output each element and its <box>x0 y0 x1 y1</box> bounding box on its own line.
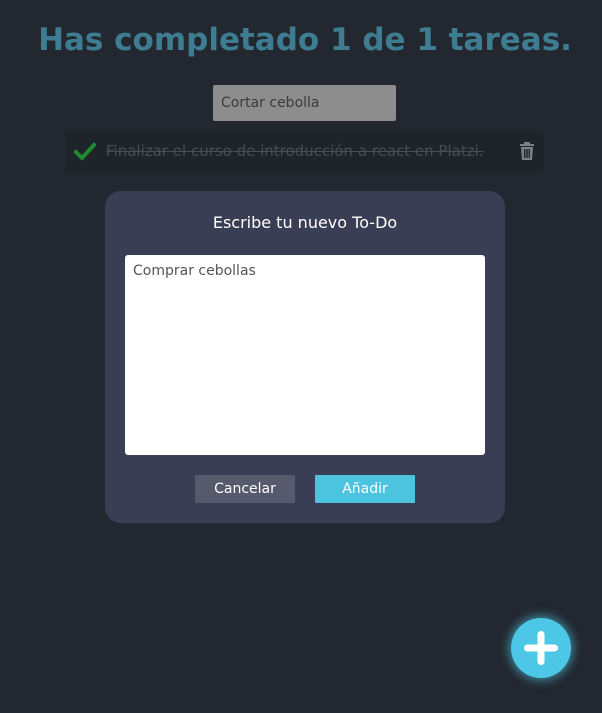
todo-counter: Has completado 1 de 1 tareas. <box>38 22 572 58</box>
todo-item: Finalizar el curso de introducción a rea… <box>66 131 544 173</box>
new-todo-textarea[interactable] <box>125 255 485 455</box>
plus-icon <box>524 631 558 665</box>
new-todo-modal: Escribe tu nuevo To-Do Cancelar Añadir <box>105 191 505 523</box>
create-todo-button[interactable] <box>511 618 571 678</box>
add-button[interactable]: Añadir <box>315 475 415 503</box>
check-icon[interactable] <box>73 141 97 161</box>
modal-title: Escribe tu nuevo To-Do <box>212 213 398 232</box>
search-input[interactable] <box>213 85 396 121</box>
trash-icon[interactable] <box>519 142 535 161</box>
todo-text: Finalizar el curso de introducción a rea… <box>106 142 484 160</box>
cancel-button[interactable]: Cancelar <box>195 475 295 503</box>
